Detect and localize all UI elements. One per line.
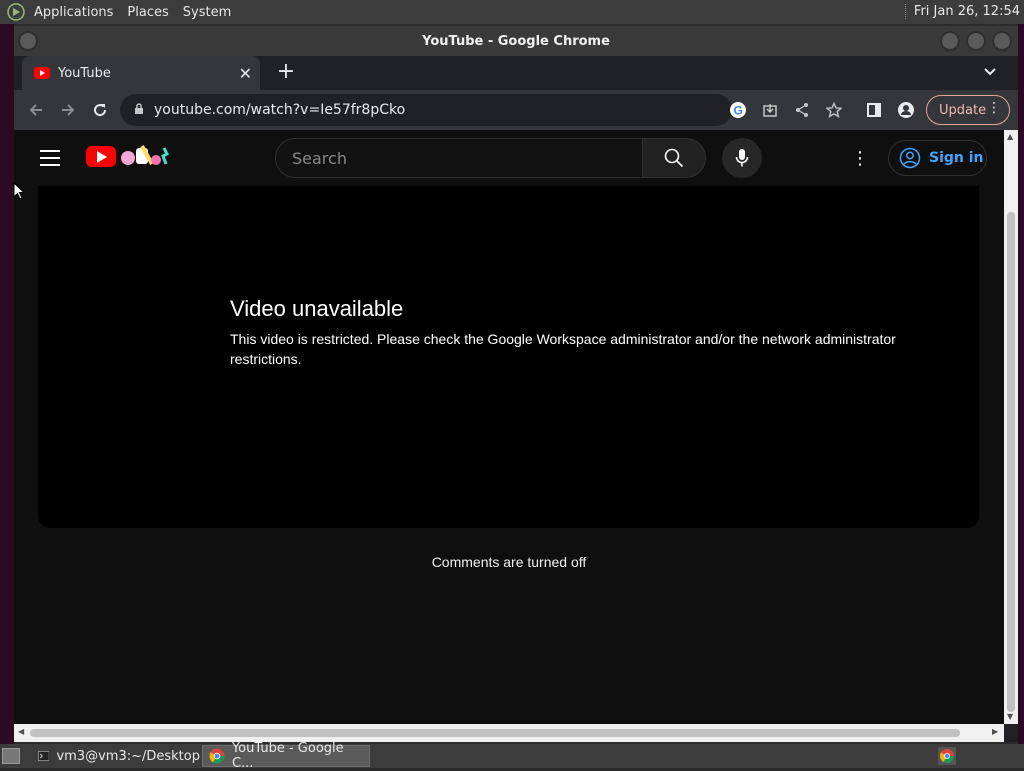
- search-button[interactable]: [642, 138, 706, 178]
- svg-text:G: G: [734, 104, 743, 118]
- top-panel: Applications Places System Fri Jan 26, 1…: [0, 0, 1024, 24]
- menu-places[interactable]: Places: [127, 5, 168, 20]
- minimize-button[interactable]: [940, 31, 960, 51]
- youtube-icon: [34, 67, 50, 79]
- desktop-background: [0, 24, 14, 744]
- chrome-icon: [209, 748, 225, 764]
- sign-in-label: Sign in: [929, 150, 984, 166]
- tab-strip: YouTube ✕ +: [14, 56, 1018, 90]
- update-button[interactable]: Update ⋮: [926, 95, 1010, 125]
- address-bar[interactable]: youtube.com/watch?v=Ie57fr8pCko: [120, 94, 732, 126]
- microphone-icon: [735, 149, 749, 167]
- youtube-doodle-icon[interactable]: [120, 144, 170, 168]
- window-titlebar[interactable]: YouTube - Google Chrome: [14, 26, 1018, 56]
- show-desktop-icon[interactable]: [2, 748, 20, 764]
- sign-in-button[interactable]: Sign in: [888, 140, 987, 176]
- share-icon[interactable]: [792, 100, 812, 120]
- menu-system[interactable]: System: [183, 5, 231, 20]
- tray-chrome-icon[interactable]: [938, 747, 956, 765]
- bottom-taskbar: vm3@vm3:~/Desktop YouTube - Google C...: [0, 741, 1024, 771]
- scroll-left-arrow-icon[interactable]: ◀: [18, 727, 24, 736]
- tab-close-icon[interactable]: ✕: [239, 64, 252, 83]
- terminal-icon: [38, 750, 50, 762]
- menu-applications[interactable]: Applications: [34, 5, 113, 20]
- url-text[interactable]: youtube.com/watch?v=Ie57fr8pCko: [154, 102, 405, 118]
- settings-kebab-icon[interactable]: ⋮: [850, 148, 870, 169]
- profile-icon[interactable]: [896, 100, 916, 120]
- browser-toolbar: youtube.com/watch?v=Ie57fr8pCko G Update…: [14, 90, 1018, 130]
- desktop-background-right: [1018, 24, 1024, 744]
- chrome-window: YouTube - Google Chrome YouTube ✕ + yout…: [14, 26, 1018, 742]
- tab-label: YouTube: [58, 65, 111, 81]
- taskbar-item-terminal[interactable]: vm3@vm3:~/Desktop: [32, 745, 200, 767]
- scroll-up-arrow-icon[interactable]: ▲: [1007, 132, 1013, 141]
- search-icon: [664, 148, 684, 168]
- scroll-down-arrow-icon[interactable]: ▼: [1007, 712, 1013, 721]
- install-app-icon[interactable]: [760, 100, 780, 120]
- new-tab-button[interactable]: +: [274, 60, 298, 84]
- scroll-right-arrow-icon[interactable]: ▶: [992, 727, 998, 736]
- panel-clock[interactable]: Fri Jan 26, 12:54: [904, 4, 1020, 19]
- update-label: Update: [939, 102, 987, 118]
- side-panel-icon[interactable]: [864, 100, 884, 120]
- search-input[interactable]: Search: [275, 138, 643, 178]
- google-lens-icon[interactable]: G: [728, 100, 748, 120]
- comments-status: Comments are turned off: [431, 554, 587, 570]
- mouse-pointer-icon: [13, 182, 25, 200]
- account-circle-icon: [899, 147, 921, 169]
- window-menu-button[interactable]: [18, 31, 38, 51]
- video-unavailable-title: Video unavailable: [230, 296, 404, 321]
- site-info-icon[interactable]: [134, 102, 144, 118]
- close-window-button[interactable]: [992, 31, 1012, 51]
- window-title: YouTube - Google Chrome: [422, 33, 610, 49]
- bookmark-star-icon[interactable]: [824, 100, 844, 120]
- gnome-menu-icon[interactable]: [6, 2, 26, 22]
- forward-arrow-icon[interactable]: [58, 100, 78, 120]
- page-content: Search ⋮ Sign in Video unavailable This …: [14, 130, 1004, 724]
- reload-icon[interactable]: [90, 100, 110, 120]
- horizontal-scroll-thumb[interactable]: [30, 729, 960, 737]
- chrome-menu-icon[interactable]: ⋮: [987, 100, 1001, 116]
- tab-youtube[interactable]: YouTube ✕: [22, 56, 260, 90]
- voice-search-button[interactable]: [722, 138, 762, 178]
- taskbar-label-terminal: vm3@vm3:~/Desktop: [56, 748, 200, 764]
- horizontal-scrollbar[interactable]: ◀ ▶: [14, 724, 1004, 742]
- hamburger-menu-icon[interactable]: [40, 150, 60, 166]
- back-arrow-icon[interactable]: [26, 100, 46, 120]
- vertical-scrollbar[interactable]: ▲ ▼: [1004, 130, 1018, 724]
- tab-search-chevron-icon[interactable]: [984, 64, 996, 80]
- video-player[interactable]: Video unavailable This video is restrict…: [38, 186, 979, 528]
- taskbar-label-chrome: YouTube - Google C...: [231, 741, 344, 771]
- video-restricted-message: This video is restricted. Please check t…: [230, 331, 896, 367]
- taskbar-item-chrome[interactable]: YouTube - Google C...: [202, 741, 370, 771]
- youtube-logo[interactable]: [86, 146, 116, 167]
- youtube-header: Search ⋮ Sign in: [14, 130, 1004, 186]
- maximize-button[interactable]: [966, 31, 986, 51]
- vertical-scroll-thumb[interactable]: [1007, 212, 1015, 712]
